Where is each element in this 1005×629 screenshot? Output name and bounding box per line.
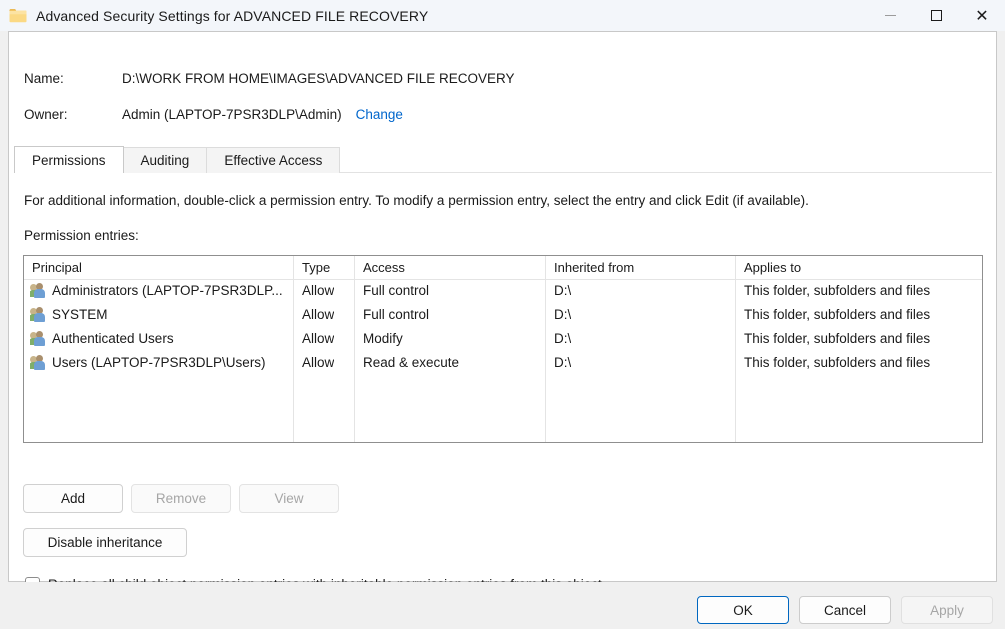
table-body: Administrators (LAPTOP-7PSR3DLP... Allow… — [24, 280, 982, 376]
tab-effective-access-label: Effective Access — [224, 153, 323, 168]
table-row[interactable]: Users (LAPTOP-7PSR3DLP\Users) Allow Read… — [24, 352, 982, 376]
cell-type: Allow — [302, 331, 335, 346]
cell-inherited-from: D:\ — [554, 307, 572, 322]
cell-applies-to: This folder, subfolders and files — [744, 283, 931, 298]
remove-button[interactable]: Remove — [131, 484, 231, 513]
tab-effective-access[interactable]: Effective Access — [206, 147, 341, 173]
cell-inherited-from: D:\ — [554, 331, 572, 346]
tab-permissions-label: Permissions — [32, 153, 106, 168]
table-row[interactable]: Authenticated Users Allow Modify D:\ Thi… — [24, 328, 982, 352]
disable-inheritance-button[interactable]: Disable inheritance — [23, 528, 187, 557]
column-header-type[interactable]: Type — [302, 260, 330, 275]
cell-access: Read & execute — [363, 355, 460, 370]
maximize-icon — [930, 10, 942, 21]
column-header-principal[interactable]: Principal — [32, 260, 82, 275]
minimize-icon — [884, 15, 896, 16]
column-header-access[interactable]: Access — [363, 260, 405, 275]
tab-strip: Permissions Auditing Effective Access — [14, 146, 341, 173]
window-controls: ✕ — [867, 0, 1005, 31]
close-button[interactable]: ✕ — [959, 0, 1005, 31]
cell-principal-text: Users (LAPTOP-7PSR3DLP\Users) — [52, 354, 266, 370]
dialog-footer: OK Cancel Apply — [0, 582, 1005, 629]
cell-principal: Users (LAPTOP-7PSR3DLP\Users) — [30, 354, 288, 370]
cell-principal: Administrators (LAPTOP-7PSR3DLP... — [30, 282, 288, 298]
ok-button[interactable]: OK — [697, 596, 789, 624]
table-row[interactable]: SYSTEM Allow Full control D:\ This folde… — [24, 304, 982, 328]
name-value: D:\WORK FROM HOME\IMAGES\ADVANCED FILE R… — [122, 71, 515, 86]
cell-principal-text: Administrators (LAPTOP-7PSR3DLP... — [52, 282, 283, 298]
cell-principal-text: Authenticated Users — [52, 330, 174, 346]
group-icon — [30, 330, 46, 346]
tab-auditing[interactable]: Auditing — [122, 147, 208, 173]
apply-button[interactable]: Apply — [901, 596, 993, 624]
cell-inherited-from: D:\ — [554, 355, 572, 370]
tab-auditing-label: Auditing — [140, 153, 190, 168]
change-owner-link[interactable]: Change — [356, 107, 403, 122]
tab-permissions[interactable]: Permissions — [14, 146, 124, 173]
cell-access: Full control — [363, 283, 430, 298]
name-row: Name: D:\WORK FROM HOME\IMAGES\ADVANCED … — [9, 71, 515, 86]
permission-entries-table[interactable]: Principal Type Access Inherited from App… — [23, 255, 983, 443]
column-header-applies-to[interactable]: Applies to — [744, 260, 801, 275]
cell-type: Allow — [302, 283, 335, 298]
cell-inherited-from: D:\ — [554, 283, 572, 298]
name-label: Name: — [24, 71, 64, 86]
add-button[interactable]: Add — [23, 484, 123, 513]
cell-applies-to: This folder, subfolders and files — [744, 355, 931, 370]
folder-icon — [9, 8, 27, 23]
title-bar: Advanced Security Settings for ADVANCED … — [0, 0, 1005, 31]
owner-value: Admin (LAPTOP-7PSR3DLP\Admin) — [122, 107, 342, 122]
view-button[interactable]: View — [239, 484, 339, 513]
window-title: Advanced Security Settings for ADVANCED … — [36, 7, 429, 24]
table-row[interactable]: Administrators (LAPTOP-7PSR3DLP... Allow… — [24, 280, 982, 304]
close-icon: ✕ — [975, 5, 989, 25]
cell-type: Allow — [302, 307, 335, 322]
cell-access: Modify — [363, 331, 403, 346]
table-header-row: Principal Type Access Inherited from App… — [24, 256, 982, 280]
permission-entries-label: Permission entries: — [24, 228, 139, 243]
info-text: For additional information, double-click… — [24, 193, 809, 208]
minimize-button[interactable] — [867, 0, 913, 31]
main-panel: Name: D:\WORK FROM HOME\IMAGES\ADVANCED … — [8, 31, 997, 592]
cell-applies-to: This folder, subfolders and files — [744, 331, 931, 346]
column-header-inherited-from[interactable]: Inherited from — [554, 260, 634, 275]
cancel-button[interactable]: Cancel — [799, 596, 891, 624]
group-icon — [30, 282, 46, 298]
cell-principal-text: SYSTEM — [52, 306, 108, 322]
group-icon — [30, 354, 46, 370]
group-icon — [30, 306, 46, 322]
owner-label: Owner: — [24, 107, 68, 122]
cell-type: Allow — [302, 355, 335, 370]
cell-access: Full control — [363, 307, 430, 322]
maximize-button[interactable] — [913, 0, 959, 31]
cell-principal: Authenticated Users — [30, 330, 288, 346]
owner-row: Owner: Admin (LAPTOP-7PSR3DLP\Admin) Cha… — [9, 107, 403, 122]
cell-applies-to: This folder, subfolders and files — [744, 307, 931, 322]
cell-principal: SYSTEM — [30, 306, 288, 322]
footer-buttons: OK Cancel Apply — [697, 596, 993, 624]
